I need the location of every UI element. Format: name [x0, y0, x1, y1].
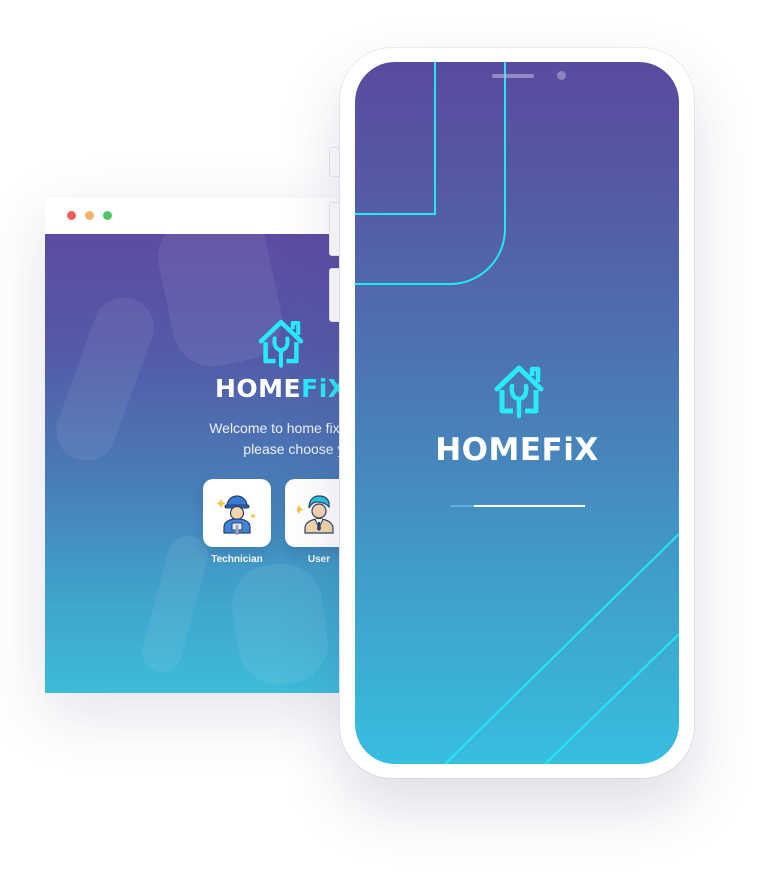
browser-title-bar	[45, 198, 345, 234]
close-window-button[interactable]	[67, 211, 76, 220]
house-wrench-logo-icon	[494, 365, 544, 419]
role-option-user[interactable]: User	[285, 479, 345, 565]
background-photo-shape	[137, 531, 213, 677]
loading-progress-fill	[474, 505, 585, 507]
user-avatar-icon	[297, 495, 334, 534]
role-card[interactable]	[285, 479, 345, 547]
phone-frame: HOMEFiX	[340, 48, 694, 778]
welcome-line-2: please choose your w	[243, 441, 345, 457]
role-label-technician: Technician	[211, 554, 263, 565]
brand-wordmark: HOMEFiX	[215, 374, 345, 403]
technician-avatar-icon	[216, 495, 256, 535]
background-photo-shape	[47, 288, 163, 470]
phone-camera	[557, 71, 566, 80]
background-photo-shape	[227, 558, 333, 690]
splash-screen: HOMEFiX	[355, 62, 679, 764]
maximize-window-button[interactable]	[103, 211, 112, 220]
welcome-line-1: Welcome to home fix hom	[209, 420, 345, 436]
welcome-text: Welcome to home fix hom please choose yo…	[165, 418, 345, 460]
role-card[interactable]	[203, 479, 271, 547]
brand-wordmark-fix: FiX	[301, 374, 345, 403]
house-wrench-logo-icon	[258, 319, 304, 368]
role-option-technician[interactable]: Technician	[203, 479, 271, 565]
loading-progress-bar	[450, 505, 585, 507]
welcome-screen: HOMEFiX Welcome to home fix hom please c…	[45, 234, 345, 693]
brand-wordmark: HOMEFiX	[435, 432, 599, 468]
brand-wordmark-home: HOME	[215, 374, 302, 403]
phone-speaker	[492, 74, 534, 78]
role-label-user: User	[307, 554, 331, 565]
browser-window: HOMEFiX Welcome to home fix hom please c…	[45, 198, 345, 693]
minimize-window-button[interactable]	[85, 211, 94, 220]
